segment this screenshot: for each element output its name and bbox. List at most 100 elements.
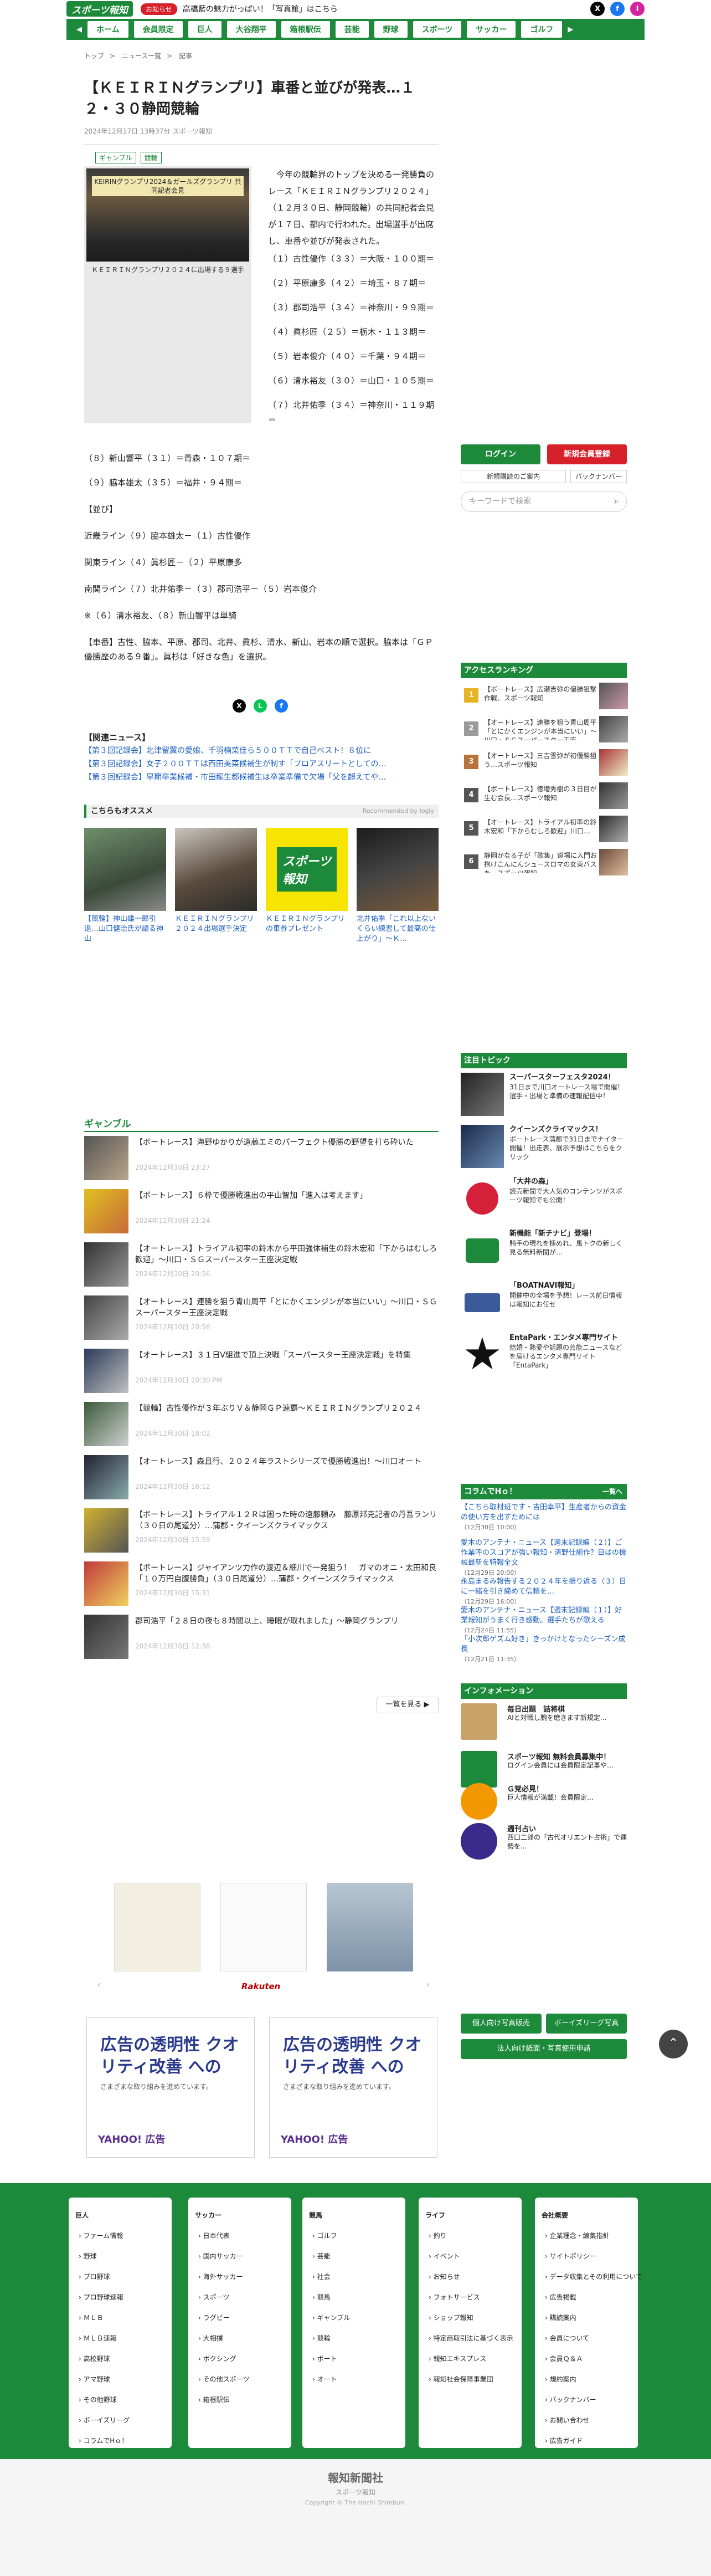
footer-link[interactable]: › アマ野球 [75,2369,165,2390]
ranking-item[interactable]: 2 【オートレース】連勝を狙う青山周平「とにかくエンジンが本当にいい」～川口・ＳＧ… [464,716,628,742]
nav-hakone[interactable]: 箱根駅伝 [281,21,330,38]
info-item[interactable]: 週刊占い 西口二郎の「古代オリエント占術」で運勢を... [461,1823,627,1867]
footer-link[interactable]: › 日本代表 [195,2226,285,2246]
ranking-item[interactable]: 1 【ボートレース】広瀬吉弥の優勝狙撃作戦、スポーツ報知 [464,683,628,709]
footer-link[interactable]: › イベント [425,2246,515,2267]
footer-link[interactable]: › お問い合わせ [542,2410,631,2431]
footer-link[interactable]: › 広告ガイド [542,2431,631,2451]
footer-link[interactable]: › その他スポーツ [195,2369,285,2390]
corporate-photo-button[interactable]: 法人向け紙面・写真使用申請 [461,2039,627,2059]
footer-link[interactable]: › フォトサービス [425,2287,515,2308]
rakuten-logo[interactable]: Rakuten [241,1981,280,1991]
notice-link[interactable]: 高橋藍の魅力がっぱい！「写真館」はこちら [183,3,338,14]
gamble-item[interactable]: 【競輪】古性優作が３年ぶりＶ＆静岡ＧＰ連覇～ＫＥＩＲＩＮグランプリ２０２４ 202… [84,1402,439,1450]
footer-link[interactable]: › ゴルフ [309,2226,399,2246]
gamble-more-button[interactable]: 一覧を見る ▶ [377,1697,439,1713]
footer-heading[interactable]: ライフ [425,2205,515,2226]
topic-item[interactable]: 「BOATNAVI報知」 開催中の全場を予想！レース前日情報は報知にお任せ [461,1281,627,1329]
gamble-item[interactable]: 【ボートレース】トライアル１２Ｒは困った時の遠藤頼み 藤原邦克記者の丹吾ランリ（… [84,1508,439,1556]
rakuten-book[interactable] [327,1883,413,1971]
footer-link[interactable]: › バックナンバー [542,2390,631,2410]
column-item[interactable]: 愛木のアンテナ・ニュース【週末記録編（２）】ご作業呼のスコアが強い報知・清野仕組… [461,1538,627,1578]
footer-link[interactable]: › 広告掲載 [542,2287,631,2308]
gamble-item[interactable]: 【オートレース】連勝を狙う青山周平「とにかくエンジンが本当にいい」～川口・ＳＧス… [84,1295,439,1343]
nav-soccer[interactable]: サッカー [467,21,516,38]
login-button[interactable]: ログイン [461,444,540,464]
search-input[interactable]: キーワードで検索 ⌕ [461,491,627,512]
footer-link[interactable]: › 芸能 [309,2246,399,2267]
info-item[interactable]: Ｇ党必見！ 巨人情報が満載！会員限定… [461,1783,627,1827]
ranking-item[interactable]: 4 【ボートレース】徳増秀樹の３日目が生む会長…スポーツ報知 [464,782,628,809]
footer-brand[interactable]: 報知新聞社 [0,2469,711,2485]
gamble-item[interactable]: 【ボートレース】ジャイアンツ力作の渡辺＆細川で一発狙う！ ガマのオニ・太田和良「… [84,1561,439,1609]
nav-geino[interactable]: 芸能 [335,21,369,38]
gamble-item[interactable]: 【オートレース】森且行、２０２４年ラストシリーズで優勝戦進出！～川口オート 202… [84,1455,439,1503]
footer-link[interactable]: › 購読案内 [542,2308,631,2328]
footer-link[interactable]: › 競輪 [309,2328,399,2349]
footer-link[interactable]: › 特定商取引法に基づく表示 [425,2328,515,2349]
footer-link[interactable]: › ボクシング [195,2349,285,2369]
tag-keirin[interactable]: 競輪 [140,152,162,163]
rakuten-prev-icon[interactable]: ‹ [97,1980,101,1989]
footer-link[interactable]: › その他野球 [75,2390,165,2410]
footer-link[interactable]: › コラムでHｏ！ [75,2431,165,2451]
subscribe-link[interactable]: 新規購読のご案内 [461,470,566,483]
footer-link[interactable]: › 報知社会保障事業団 [425,2369,515,2390]
footer-link[interactable]: › プロ野球速報 [75,2287,165,2308]
footer-link[interactable]: › サイトポリシー [542,2246,631,2267]
boys-league-photo-button[interactable]: ボーイズリーグ写真 [546,2014,627,2034]
footer-link[interactable]: › お知らせ [425,2267,515,2287]
ranking-item[interactable]: 3 【オートレース】三吉雪弥が初優勝狙う…スポーツ報知 [464,749,628,776]
footer-heading[interactable]: 会社概要 [542,2205,631,2226]
footer-link[interactable]: › 会員Ｑ＆Ａ [542,2349,631,2369]
topic-item[interactable]: EntaPark・エンタメ専門サイト 結婚・熱愛や話題の芸能ニュースなどを届けるエ… [461,1333,627,1381]
footer-link[interactable]: › データ収集とその利用について [542,2267,642,2287]
ranking-item[interactable]: 5 【オートレース】トライアル初率の鈴木宏和「下からむしろ歓迎」川口… [464,816,628,842]
article-photo[interactable]: KEIRINグランプリ2024＆ガールズグランプリ 共同記者会見 ＫＥＩＲＩＮグ… [84,166,251,423]
gamble-item[interactable]: 【ボートレース】海野ゆかりが遠藤エミのパーフェクト優勝の野望を打ち砕いた 2024… [84,1136,439,1184]
share-line-icon[interactable]: L [254,699,267,713]
nav-giants[interactable]: 巨人 [188,21,221,38]
nav-home[interactable]: ホーム [87,21,128,38]
footer-link[interactable]: › ラグビー [195,2308,285,2328]
footer-link[interactable]: › ギャンブル [309,2308,399,2328]
tag-gamble[interactable]: ギャンブル [95,152,136,163]
footer-link[interactable]: › 箱根駅伝 [195,2390,285,2410]
nav-prev-icon[interactable]: ◀ [76,25,82,34]
ad-banner[interactable]: 広告の透明性 クオリティ改善 への さまざまな取り組みを進めています。 YAHO… [86,2017,255,2158]
column-item[interactable]: 【こちら取材班です・吉田幸平】生産者からの資金の使い方を出すためには （12月30… [461,1503,627,1533]
gamble-item[interactable]: 【オートレース】３１日V組進で頂上決戦「スーパースター王座決定戦」を特集 2024… [84,1349,439,1396]
site-logo[interactable]: スポーツ報知 [66,1,133,17]
instagram-icon[interactable]: I [630,2,645,16]
footer-link[interactable]: › 競馬 [309,2287,399,2308]
ad-banner[interactable]: 広告の透明性 クオリティ改善 への さまざまな取り組みを進めています。 YAHO… [269,2017,437,2158]
related-link[interactable]: 【第３回記録会】女子２００ＴＴは西田美菜候補生が制す「プロアスリートとしての… [84,758,439,770]
topic-item[interactable]: 新機能「新チナビ」登場！ 騎手の現れを極めれ、馬トクの新しく見る無料新聞が… [461,1229,627,1277]
footer-link[interactable]: › ファーム情報 [75,2226,165,2246]
gamble-item[interactable]: 郡司浩平「２８日の夜も８時間以上、睡眠が取れました」～静岡グランプリ 2024年1… [84,1615,439,1662]
footer-link[interactable]: › 野球 [75,2246,165,2267]
gamble-item[interactable]: 【ボートレース】６枠で優勝戦進出の平山智加「進入は考えます」 2024年12月30… [84,1189,439,1237]
footer-link[interactable]: › スポーツ [195,2287,285,2308]
breadcrumb-top[interactable]: トップ [84,52,104,60]
nav-sports[interactable]: スポーツ [413,21,462,38]
column-item[interactable]: 永島まるみ報告する２０２４年を振り返る（３）日に一緒を引き締めて信頼を… （12月… [461,1577,627,1607]
register-button[interactable]: 新規会員登録 [547,444,627,464]
nav-next-icon[interactable]: ▶ [568,25,573,34]
footer-link[interactable]: › 釣り [425,2226,515,2246]
search-icon[interactable]: ⌕ [614,491,619,511]
nav-golf[interactable]: ゴルフ [521,21,563,38]
footer-link[interactable]: › 規約案内 [542,2369,631,2390]
x-icon[interactable]: X [590,2,605,16]
breadcrumb-list[interactable]: ニュース一覧 [122,52,161,60]
footer-link[interactable]: › 企業理念・編集指針 [542,2226,631,2246]
column-item[interactable]: 愛木のアンテナ・ニュース【週末記録編（１）】好業報知がうまく行き感動。選手たちが… [461,1606,627,1636]
footer-link[interactable]: › 大相撲 [195,2328,285,2349]
rakuten-book[interactable] [220,1883,307,1971]
topic-item[interactable]: スーパースターフェスタ2024！ 31日まで川口オートレース場で開催！選手・出場と… [461,1073,627,1120]
footer-link[interactable]: › ボート [309,2349,399,2369]
footer-link[interactable]: › オート [309,2369,399,2390]
photo-sale-button[interactable]: 個人向け写真販売 [461,2014,542,2034]
recommend-item[interactable]: スポーツ 報知 ＫＥＩＲＩＮグランプリの車券プレゼント [266,828,348,944]
share-facebook-icon[interactable]: f [275,699,288,713]
